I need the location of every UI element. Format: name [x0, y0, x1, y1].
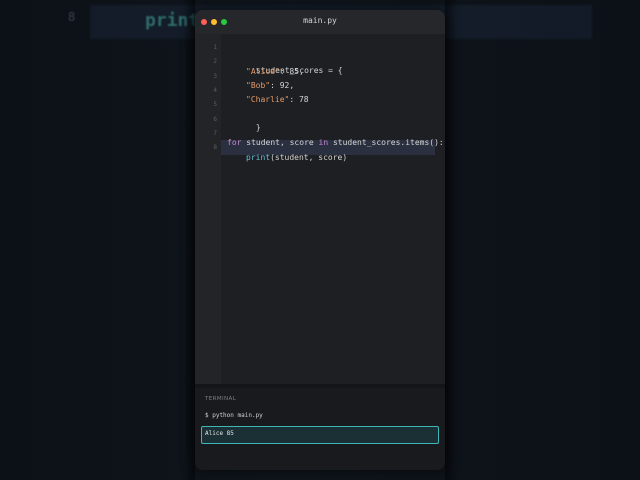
code-line-1: student_scores = { [227, 50, 343, 75]
file-title: main.py [303, 16, 337, 25]
window-shadow-right [445, 0, 457, 480]
code-line-3: "Bob": 92, [246, 79, 294, 93]
terminal-panel[interactable]: TERMINAL $ python main.py Alice 85 [195, 388, 445, 470]
code-line-7: for student, score in student_scores.ite… [227, 136, 444, 150]
code-text: (student, score) [270, 153, 348, 162]
code-line-5: } [227, 107, 261, 132]
background-line-number: 8 [68, 10, 76, 24]
line-number-gutter: 1 2 3 4 5 6 7 8 [195, 34, 221, 384]
code-line-2: "Alice": 85, [246, 65, 304, 79]
line-number: 8 [213, 144, 217, 151]
code-text: student, score [241, 138, 319, 147]
line-number: 5 [213, 101, 217, 108]
line-number: 6 [213, 116, 217, 123]
code-text: : 92, [270, 81, 295, 90]
editor-window: main.py 1 2 3 4 5 6 7 8 student_scores =… [195, 10, 445, 470]
window-shadow-left [183, 0, 195, 480]
string-token: "Alice" [246, 67, 280, 76]
terminal-label: TERMINAL [205, 396, 237, 402]
line-number: 7 [213, 130, 217, 137]
string-token: "Bob" [246, 81, 271, 90]
string-token: "Charlie" [246, 95, 290, 104]
terminal-command: $ python main.py [205, 412, 263, 419]
line-number: 2 [213, 58, 217, 65]
terminal-output-highlight: Alice 85 [201, 426, 439, 444]
code-line-8: print(student, score) [246, 151, 347, 165]
keyword-token: for [227, 138, 242, 147]
terminal-output-text: Alice 85 [205, 430, 234, 437]
function-token: print [246, 153, 271, 162]
line-number: 3 [213, 73, 217, 80]
code-line-4: "Charlie": 78 [246, 93, 309, 107]
code-text: : 78 [289, 95, 309, 104]
line-number: 1 [213, 44, 217, 51]
keyword-token: in [318, 138, 329, 147]
code-text: student_scores.items(): [328, 138, 444, 147]
code-editor[interactable]: 1 2 3 4 5 6 7 8 student_scores = { "Alic… [195, 34, 445, 384]
code-text: } [255, 123, 261, 132]
title-bar: main.py [195, 10, 445, 34]
line-number: 4 [213, 87, 217, 94]
code-text: : 85, [279, 67, 304, 76]
